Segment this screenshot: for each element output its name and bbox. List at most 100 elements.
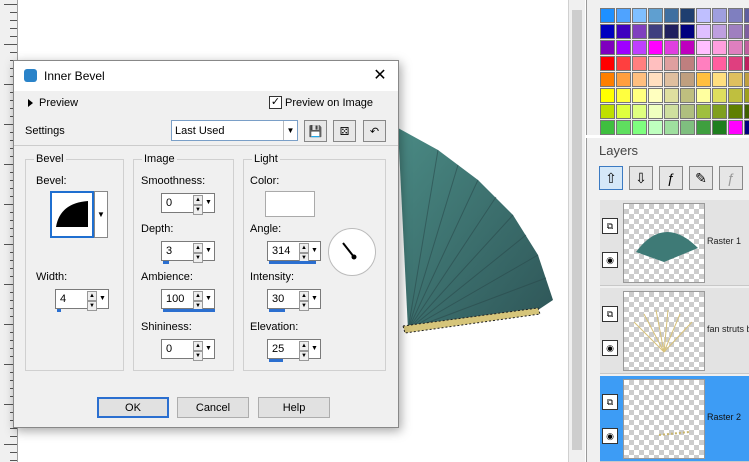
color-swatch[interactable] (648, 104, 663, 119)
color-swatch[interactable] (600, 56, 615, 71)
color-swatch[interactable] (600, 120, 615, 135)
color-swatch[interactable] (648, 40, 663, 55)
color-swatch[interactable] (664, 104, 679, 119)
color-swatch[interactable] (648, 72, 663, 87)
color-swatch[interactable] (680, 88, 695, 103)
randomize-icon[interactable]: ⚄ (333, 120, 356, 142)
color-swatch[interactable] (680, 8, 695, 23)
color-swatch[interactable] (680, 24, 695, 39)
color-swatch[interactable] (632, 24, 647, 39)
chevron-down-icon[interactable]: ▼ (204, 195, 213, 211)
depth-spinner[interactable]: 3 ▲ ▼ ▼ (161, 241, 215, 264)
decrement-icon[interactable]: ▼ (193, 205, 203, 215)
color-swatch[interactable] (600, 104, 615, 119)
decrement-icon[interactable]: ▼ (193, 253, 203, 263)
smoothness-spinner[interactable]: 0 ▲ ▼ ▼ (161, 193, 215, 215)
angle-spinner[interactable]: 314 ▲ ▼ ▼ (267, 241, 321, 264)
color-swatch[interactable] (600, 88, 615, 103)
color-swatch[interactable] (616, 24, 631, 39)
chevron-down-icon[interactable]: ▼ (283, 121, 297, 140)
decrement-icon[interactable]: ▼ (87, 301, 97, 311)
color-swatch[interactable] (712, 104, 727, 119)
increment-icon[interactable]: ▲ (193, 243, 203, 253)
layer-row[interactable]: ⧉ ◉ Raster 1 (600, 200, 749, 286)
color-swatch[interactable] (664, 120, 679, 135)
color-swatch[interactable] (696, 8, 711, 23)
increment-icon[interactable]: ▲ (299, 243, 309, 253)
color-swatch[interactable] (648, 24, 663, 39)
move-up-icon[interactable]: ⇧ (599, 166, 623, 190)
color-swatch[interactable] (712, 72, 727, 87)
preset-dropdown[interactable]: Last Used ▼ (171, 120, 298, 141)
color-swatch[interactable] (728, 88, 743, 103)
chevron-down-icon[interactable]: ▼ (310, 291, 319, 307)
angle-dial[interactable] (328, 228, 376, 276)
color-swatch[interactable] (728, 120, 743, 135)
ambience-spinner[interactable]: 100 ▲ ▼ ▼ (161, 289, 215, 312)
chevron-down-icon[interactable]: ▼ (204, 291, 213, 307)
color-swatch[interactable] (632, 88, 647, 103)
color-swatch[interactable] (664, 8, 679, 23)
color-swatch[interactable] (744, 40, 749, 55)
color-swatch[interactable] (632, 56, 647, 71)
color-swatch[interactable] (616, 72, 631, 87)
chevron-down-icon[interactable]: ▼ (310, 341, 319, 357)
color-swatch[interactable] (632, 104, 647, 119)
color-swatch[interactable] (664, 72, 679, 87)
visibility-eye-icon[interactable]: ◉ (602, 340, 618, 356)
chevron-down-icon[interactable]: ▼ (204, 243, 213, 259)
color-swatch[interactable] (616, 8, 631, 23)
color-swatch[interactable] (632, 40, 647, 55)
increment-icon[interactable]: ▲ (299, 341, 309, 351)
color-swatch[interactable] (712, 8, 727, 23)
color-swatch[interactable] (616, 104, 631, 119)
checkbox-checked-icon[interactable]: ✓ (269, 96, 282, 109)
color-swatch[interactable] (600, 40, 615, 55)
color-swatch[interactable] (744, 72, 749, 87)
color-swatch[interactable] (712, 24, 727, 39)
color-swatch[interactable] (600, 72, 615, 87)
preview-on-image-checkbox[interactable]: ✓ Preview on Image (269, 96, 373, 109)
color-swatch[interactable] (616, 88, 631, 103)
increment-icon[interactable]: ▲ (193, 195, 203, 205)
color-swatch[interactable] (696, 56, 711, 71)
increment-icon[interactable]: ▲ (193, 291, 203, 301)
color-swatch[interactable] (696, 120, 711, 135)
chevron-down-icon[interactable]: ▼ (94, 191, 108, 238)
layer-link-icon[interactable]: ⧉ (602, 394, 618, 410)
save-preset-icon[interactable]: 💾 (304, 120, 327, 142)
edit-layer-icon[interactable]: ✎ (689, 166, 713, 190)
color-swatch[interactable] (712, 40, 727, 55)
layer-link-icon[interactable]: ⧉ (602, 218, 618, 234)
color-swatch[interactable] (616, 120, 631, 135)
fx-icon[interactable]: ƒ (719, 166, 743, 190)
layer-row[interactable]: ⧉ ◉ fan struts b (600, 288, 749, 374)
light-color-swatch[interactable] (265, 191, 315, 217)
color-swatch[interactable] (632, 72, 647, 87)
scrollbar-thumb[interactable] (572, 10, 582, 450)
color-swatch[interactable] (728, 56, 743, 71)
decrement-icon[interactable]: ▼ (299, 351, 309, 361)
layer-link-icon[interactable]: ⧉ (602, 306, 618, 322)
color-swatch[interactable] (744, 104, 749, 119)
decrement-icon[interactable]: ▼ (193, 351, 203, 361)
layer-effects-icon[interactable]: ƒ (659, 166, 683, 190)
chevron-down-icon[interactable]: ▼ (310, 243, 319, 259)
color-swatch[interactable] (680, 40, 695, 55)
move-down-icon[interactable]: ⇩ (629, 166, 653, 190)
color-swatch[interactable] (744, 120, 749, 135)
color-swatch[interactable] (744, 24, 749, 39)
color-swatch[interactable] (616, 40, 631, 55)
color-swatch[interactable] (728, 72, 743, 87)
color-swatch[interactable] (728, 8, 743, 23)
increment-icon[interactable]: ▲ (193, 341, 203, 351)
reset-icon[interactable]: ↶ (363, 120, 386, 142)
chevron-down-icon[interactable]: ▼ (98, 291, 107, 307)
color-swatch[interactable] (696, 72, 711, 87)
color-swatch[interactable] (696, 88, 711, 103)
elevation-spinner[interactable]: 25 ▲ ▼ ▼ (267, 339, 321, 362)
color-swatch[interactable] (680, 104, 695, 119)
color-swatch[interactable] (744, 56, 749, 71)
color-swatch[interactable] (648, 120, 663, 135)
color-swatch[interactable] (664, 88, 679, 103)
